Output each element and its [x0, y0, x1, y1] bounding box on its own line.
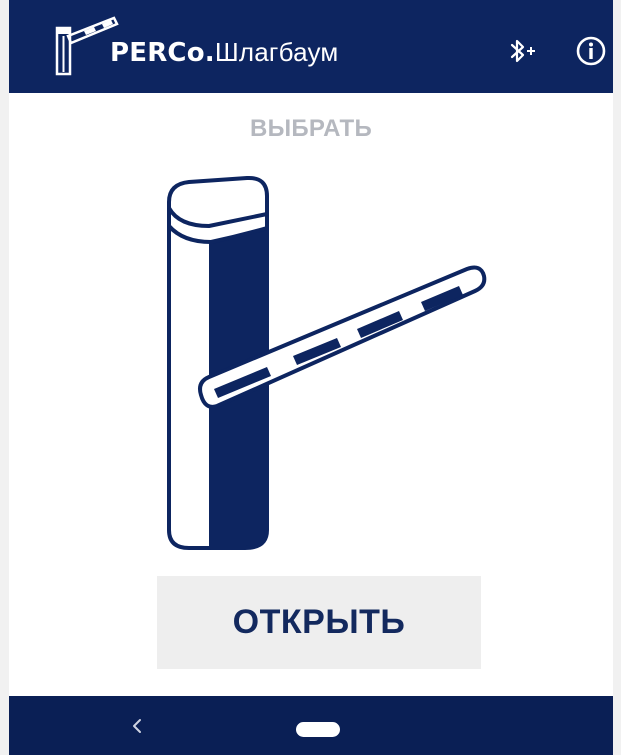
bluetooth-add-icon[interactable]: [504, 34, 538, 68]
system-navigation-bar: [9, 696, 613, 755]
main-content: ВЫБРАТЬ ОТКРЫТЬ: [9, 93, 613, 696]
device-frame-left: [0, 0, 9, 755]
info-icon[interactable]: [574, 34, 608, 68]
open-barrier-button[interactable]: ОТКРЫТЬ: [157, 576, 481, 669]
app-screen: PERCo.Шлагбаум ВЫБРАТЬ ОТКРЫТЬ: [0, 0, 621, 755]
home-pill-icon[interactable]: [296, 722, 340, 737]
app-title: PERCo.Шлагбаум: [110, 36, 338, 69]
select-barrier-link[interactable]: ВЫБРАТЬ: [9, 115, 613, 143]
app-product-name: Шлагбаум: [214, 37, 339, 67]
barrier-gate-icon: [167, 175, 487, 550]
app-brand: PERCo.: [110, 38, 215, 68]
device-frame-right: [613, 0, 621, 755]
app-bar: PERCo.Шлагбаум: [9, 0, 613, 93]
back-chevron-icon[interactable]: [127, 714, 147, 738]
